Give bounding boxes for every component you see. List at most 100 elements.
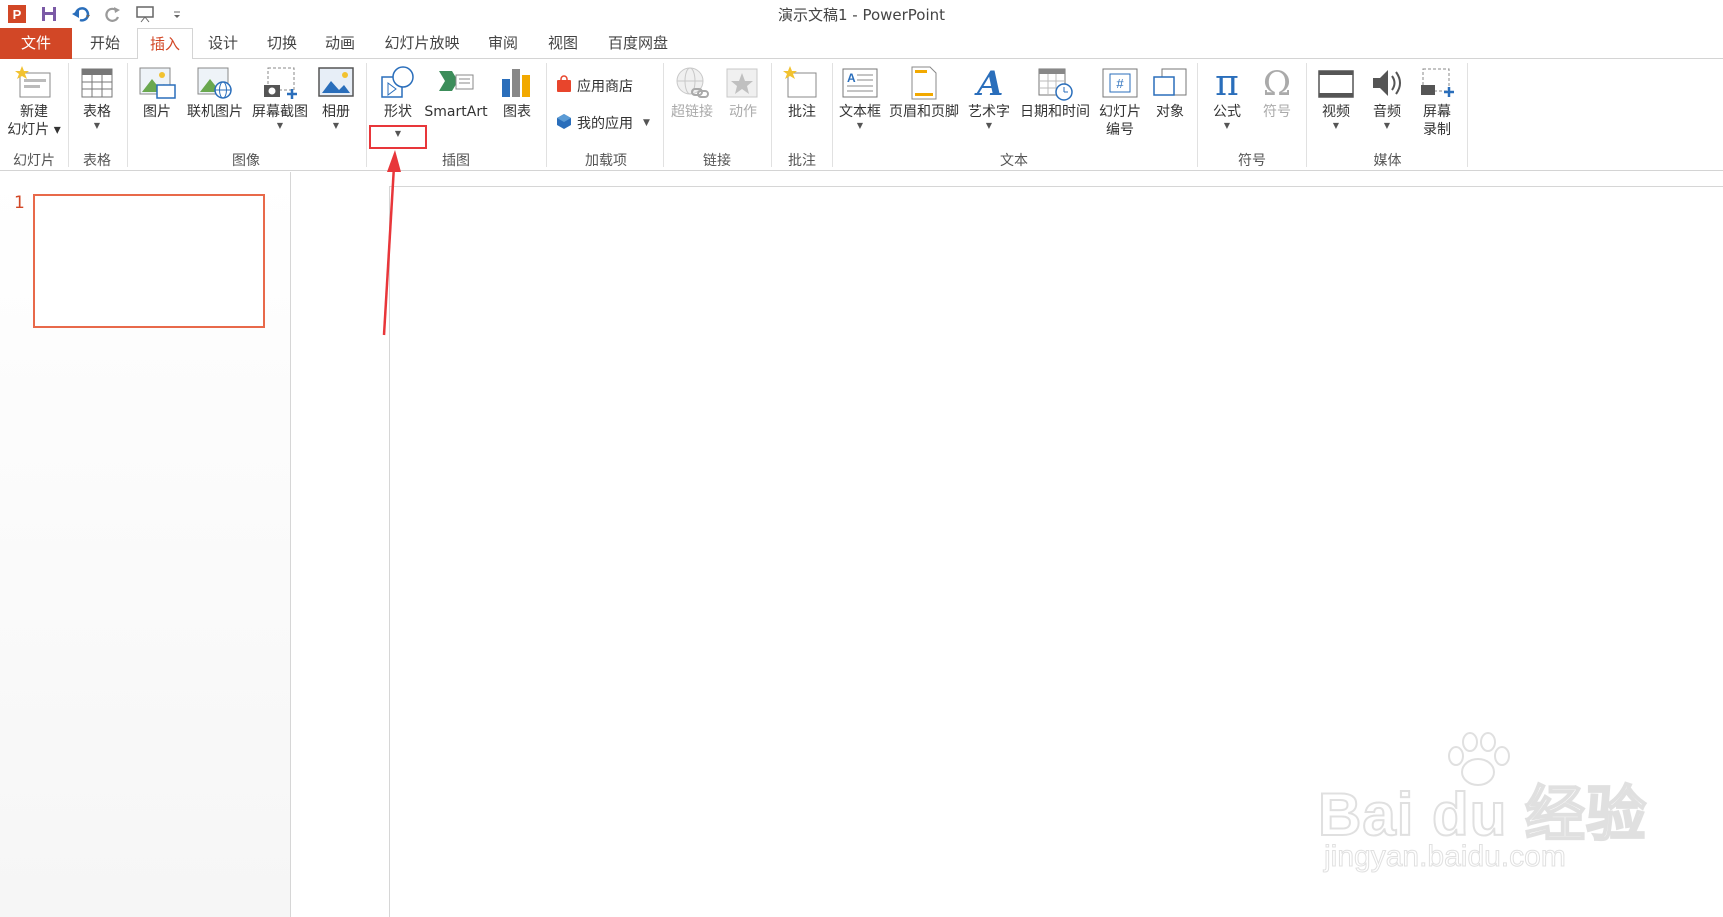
object-button[interactable]: 对象	[1147, 63, 1193, 121]
text-box-dropdown-icon: ▼	[856, 121, 864, 130]
video-dropdown-icon: ▼	[1332, 121, 1340, 130]
group-label-tables: 表格	[83, 153, 111, 169]
wordart-label: 艺术字	[968, 104, 1010, 120]
smartart-button[interactable]: SmartArt	[422, 63, 490, 121]
tab-review[interactable]: 审阅	[476, 28, 530, 59]
symbol-label: 符号	[1263, 104, 1291, 120]
picture-button[interactable]: 图片	[134, 63, 180, 121]
action-icon	[722, 63, 764, 103]
group-label-text: 文本	[1000, 153, 1028, 169]
screen-recording-label-2: 录制	[1423, 122, 1451, 138]
tab-slideshow[interactable]: 幻灯片放映	[375, 28, 469, 59]
wordart-icon: A	[968, 63, 1010, 103]
tab-baidu-netdisk[interactable]: 百度网盘	[598, 28, 678, 59]
comment-label: 批注	[788, 104, 816, 120]
slide-thumbnail[interactable]	[33, 194, 265, 328]
hyperlink-label: 超链接	[671, 104, 713, 120]
powerpoint-window: P 演示文稿1 - PowerPoint 文件 开始 插入 设计 切换 动画 幻…	[0, 0, 1723, 917]
picture-icon	[136, 63, 178, 103]
video-button[interactable]: 视频 ▼	[1311, 63, 1361, 131]
text-box-label: 文本框	[839, 104, 881, 120]
my-apps-icon	[555, 112, 573, 134]
tab-design[interactable]: 设计	[196, 28, 250, 59]
screenshot-button[interactable]: 屏幕截图 ▼	[248, 63, 312, 131]
audio-button[interactable]: 音频 ▼	[1362, 63, 1412, 131]
group-separator	[127, 63, 128, 167]
group-separator	[663, 63, 664, 167]
ribbon-insert: 新建 幻灯片 ▾ 幻灯片 表格 ▼ 表格 图片 联机图片 屏幕截图 ▼ 相册 ▼…	[0, 59, 1723, 171]
window-title: 演示文稿1 - PowerPoint	[777, 6, 946, 24]
group-separator	[366, 63, 367, 167]
photo-album-label: 相册	[322, 104, 350, 120]
photo-album-dropdown-icon: ▼	[332, 121, 340, 130]
smartart-icon	[435, 63, 477, 103]
equation-label: 公式	[1213, 104, 1241, 120]
online-picture-label: 联机图片	[187, 104, 243, 120]
chart-button[interactable]: 图表	[493, 63, 541, 121]
tab-file[interactable]: 文件	[0, 28, 72, 59]
equation-icon: π	[1206, 63, 1248, 103]
comment-button[interactable]: 批注	[776, 63, 828, 121]
text-box-icon: A	[839, 63, 881, 103]
text-box-button[interactable]: A 文本框 ▼	[835, 63, 885, 131]
chart-icon	[496, 63, 538, 103]
online-picture-button[interactable]: 联机图片	[183, 63, 247, 121]
table-icon	[76, 63, 118, 103]
group-label-comments: 批注	[788, 153, 816, 169]
header-footer-icon	[903, 63, 945, 103]
picture-label: 图片	[143, 104, 171, 120]
tab-insert[interactable]: 插入	[137, 28, 193, 60]
group-separator	[1467, 63, 1468, 167]
speaker-icon	[1366, 63, 1408, 103]
group-label-addins: 加载项	[585, 153, 627, 169]
wordart-dropdown-icon: ▼	[985, 121, 993, 130]
group-separator	[1197, 63, 1198, 167]
new-slide-label-2: 幻灯片 ▾	[7, 122, 61, 138]
screen-recording-label-1: 屏幕	[1423, 104, 1451, 120]
equation-button[interactable]: π 公式 ▼	[1203, 63, 1251, 131]
tab-view[interactable]: 视图	[536, 28, 590, 59]
omega-icon: Ω	[1256, 63, 1298, 103]
group-label-links: 链接	[703, 153, 731, 169]
shapes-label: 形状	[384, 104, 412, 120]
date-time-icon	[1034, 63, 1076, 103]
svg-text:Ω: Ω	[1263, 65, 1291, 101]
chart-label: 图表	[503, 104, 531, 120]
symbol-button[interactable]: Ω 符号	[1253, 63, 1301, 121]
screenshot-dropdown-icon: ▼	[276, 121, 284, 130]
screen-recording-button[interactable]: 屏幕 录制	[1412, 63, 1462, 139]
audio-label: 音频	[1373, 104, 1401, 120]
header-footer-button[interactable]: 页眉和页脚	[884, 63, 964, 121]
svg-text:A: A	[974, 65, 1003, 101]
online-picture-icon	[194, 63, 236, 103]
table-button[interactable]: 表格 ▼	[72, 63, 122, 131]
tab-animations[interactable]: 动画	[313, 28, 367, 59]
my-apps-button[interactable]: 我的应用 ▼	[555, 112, 650, 134]
comment-icon	[781, 63, 823, 103]
group-label-slides: 幻灯片	[13, 153, 55, 169]
group-separator	[68, 63, 69, 167]
group-label-symbols: 符号	[1238, 153, 1266, 169]
slide-number-button[interactable]: # 幻灯片 编号	[1095, 63, 1145, 139]
new-slide-button[interactable]: 新建 幻灯片 ▾	[4, 63, 64, 139]
screenshot-icon	[259, 63, 301, 103]
new-slide-icon	[13, 63, 55, 103]
action-button[interactable]: 动作	[719, 63, 767, 121]
slide-number-icon: #	[1099, 63, 1141, 103]
slide-number-label-2: 编号	[1106, 122, 1134, 138]
watermark-sub: jingyan.baidu.com	[1324, 840, 1567, 874]
my-apps-dropdown-icon: ▼	[643, 118, 650, 128]
tab-home[interactable]: 开始	[78, 28, 132, 59]
annotation-arrow	[382, 150, 401, 336]
hyperlink-button[interactable]: 超链接	[666, 63, 718, 121]
photo-album-button[interactable]: 相册 ▼	[313, 63, 359, 131]
table-dropdown-icon: ▼	[93, 121, 101, 130]
office-store-button[interactable]: 应用商店	[555, 75, 633, 97]
date-time-button[interactable]: 日期和时间	[1015, 63, 1095, 121]
slide-number: 1	[14, 193, 25, 213]
screenshot-label: 屏幕截图	[252, 104, 308, 120]
wordart-button[interactable]: A 艺术字 ▼	[965, 63, 1013, 131]
ribbon-tab-bar: 文件 开始 插入 设计 切换 动画 幻灯片放映 审阅 视图 百度网盘	[0, 28, 1723, 60]
tab-transitions[interactable]: 切换	[255, 28, 309, 59]
my-apps-label: 我的应用	[577, 116, 633, 132]
